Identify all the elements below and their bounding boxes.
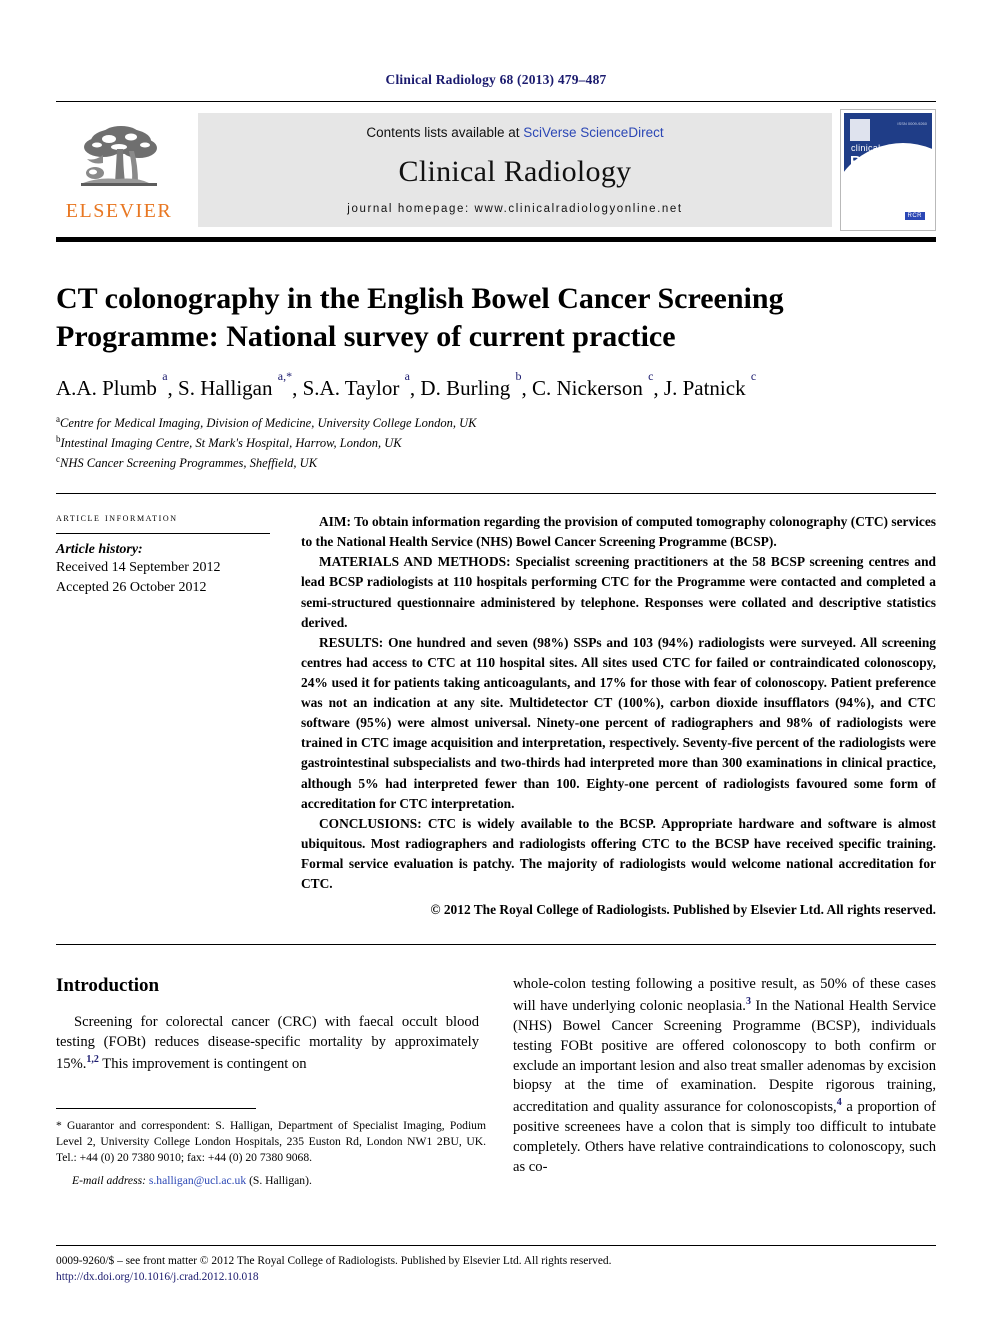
cover-corner-text: ISSN 0009-9260: [897, 121, 927, 126]
correspondence-text: * Guarantor and correspondent: S. Hallig…: [56, 1119, 486, 1164]
running-head-rule: [56, 101, 936, 102]
affiliation-list: aCentre for Medical Imaging, Division of…: [56, 413, 936, 473]
journal-header-band: ELSEVIER Contents lists available at Sci…: [56, 107, 936, 233]
email-line: E-mail address: s.halligan@ucl.ac.uk (S.…: [56, 1173, 486, 1189]
correspondence-footnote: * Guarantor and correspondent: S. Hallig…: [56, 1108, 486, 1189]
abstract-results: RESULTS: One hundred and seven (98%) SSP…: [301, 634, 936, 811]
author-list: A.A. Plumb a, S. Halligan a,*, S.A. Tayl…: [56, 369, 757, 400]
article-information-panel: ARTICLE INFORMATION Article history: Rec…: [56, 512, 301, 920]
page-title: CT colonography in the English Bowel Can…: [56, 282, 784, 353]
header-bottom-rule: [56, 237, 936, 242]
running-head: Clinical Radiology 68 (2013) 479–487: [385, 72, 607, 87]
cover-artwork: ISSN 0009-9260 clinical RADIOLOGY RCR: [844, 113, 932, 227]
abstract-conclusions: CONCLUSIONS: CTC is widely available to …: [301, 815, 936, 892]
footnote-rule: [56, 1108, 256, 1109]
affiliation-item: aCentre for Medical Imaging, Division of…: [56, 413, 936, 433]
elsevier-wordmark: ELSEVIER: [65, 200, 173, 222]
contents-prefix: Contents lists available at: [366, 125, 524, 140]
cover-elsevier-mark-icon: [850, 119, 870, 141]
cover-main-label: RADIOLOGY: [850, 153, 932, 170]
journal-homepage-line[interactable]: journal homepage: www.clinicalradiologyo…: [347, 203, 682, 215]
article-information-rule: [56, 533, 270, 535]
abstract-bottom-rule: [56, 944, 936, 946]
email-label: E-mail address:: [72, 1173, 146, 1187]
section-heading-introduction: Introduction: [56, 975, 160, 997]
affiliation-text: NHS Cancer Screening Programmes, Sheffie…: [60, 456, 318, 471]
email-link[interactable]: s.halligan@ucl.ac.uk: [149, 1174, 246, 1187]
journal-cover-thumbnail: ISSN 0009-9260 clinical RADIOLOGY RCR: [840, 109, 936, 231]
article-history-label: Article history:: [56, 542, 143, 558]
abstract-materials-methods: MATERIALS AND METHODS: Specialist screen…: [301, 554, 936, 630]
cover-badge: RCR: [904, 212, 925, 220]
affiliation-item: bIntestinal Imaging Centre, St Mark's Ho…: [56, 433, 936, 453]
right-column: whole-colon testing following a positive…: [513, 975, 936, 1177]
abstract-copyright: © 2012 The Royal College of Radiologists…: [430, 902, 936, 918]
authors-bottom-rule: [56, 493, 936, 495]
issn-copyright-line: 0009-9260/$ – see front matter © 2012 Th…: [56, 1254, 612, 1267]
article-accepted-date: Accepted 26 October 2012: [56, 580, 207, 596]
journal-title: Clinical Radiology: [398, 154, 632, 188]
introduction-paragraph-left: Screening for colorectal cancer (CRC) wi…: [56, 1014, 479, 1072]
affiliation-text: Centre for Medical Imaging, Division of …: [60, 415, 477, 430]
affiliation-text: Intestinal Imaging Centre, St Mark's Hos…: [60, 436, 402, 450]
affiliation-item: cNHS Cancer Screening Programmes, Sheffi…: [56, 453, 936, 473]
page-footer: 0009-9260/$ – see front matter © 2012 Th…: [56, 1244, 936, 1285]
sciencedirect-link[interactable]: SciVerse ScienceDirect: [523, 125, 663, 140]
cover-top-label: clinical: [851, 143, 881, 153]
article-received-date: Received 14 September 2012: [56, 560, 221, 576]
doi-link[interactable]: http://dx.doi.org/10.1016/j.crad.2012.10…: [56, 1269, 936, 1285]
elsevier-tree-icon: [73, 121, 165, 199]
abstract-aim: AIM: To obtain information regarding the…: [301, 514, 936, 550]
article-information-heading: ARTICLE INFORMATION: [56, 512, 178, 525]
abstract-section: ARTICLE INFORMATION Article history: Rec…: [56, 512, 936, 920]
journal-article-page: Clinical Radiology 68 (2013) 479–487 ELS…: [0, 0, 992, 1323]
journal-banner: Contents lists available at SciVerse Sci…: [198, 113, 832, 227]
contents-lists-line: Contents lists available at SciVerse Sci…: [366, 125, 663, 140]
email-owner: (S. Halligan).: [249, 1173, 312, 1187]
abstract-body: AIM: To obtain information regarding the…: [301, 512, 936, 920]
introduction-paragraph-right: whole-colon testing following a positive…: [513, 976, 937, 1175]
footer-rule: [56, 1244, 936, 1246]
elsevier-logo: ELSEVIER: [56, 107, 182, 233]
